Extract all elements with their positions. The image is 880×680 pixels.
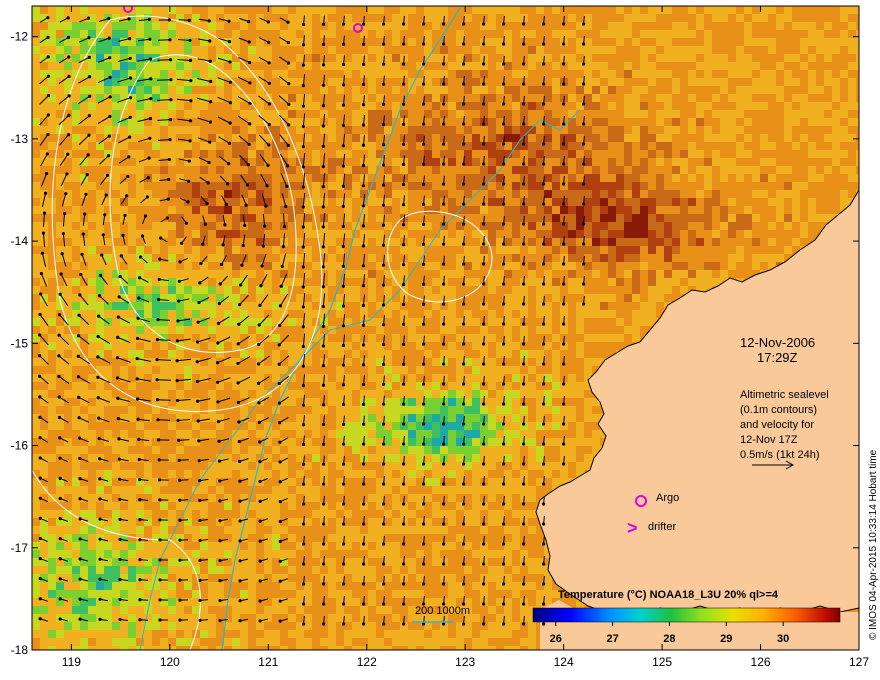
time-label: 17:29Z xyxy=(757,350,798,365)
bathy-legend-label: 200 1000m xyxy=(415,605,470,617)
legend-text-line1: Altimetric sealevel xyxy=(740,389,829,401)
x-tick-label: 123 xyxy=(455,655,475,669)
credit-text: © IMOS 04-Apr-2015 10:33:14 Hobart time xyxy=(868,449,879,640)
y-tick-label: -13 xyxy=(11,132,29,146)
colorbar xyxy=(532,607,841,623)
y-tick-label: -18 xyxy=(11,643,29,657)
x-tick-label: 121 xyxy=(258,655,278,669)
legend-text-line2: (0.1m contours) xyxy=(740,404,817,416)
y-tick-label: -14 xyxy=(11,234,29,248)
legend-text-line3: and velocity for xyxy=(740,419,814,431)
legend-text-line4: 12-Nov 17Z xyxy=(740,434,798,446)
colorbar-tick-label: 28 xyxy=(663,633,675,645)
y-tick-label: -16 xyxy=(11,439,29,453)
drifter-legend-icon: > xyxy=(627,518,638,538)
x-tick-label: 122 xyxy=(357,655,377,669)
y-tick-label: -15 xyxy=(11,336,29,350)
colorbar-tick-label: 26 xyxy=(550,633,562,645)
colorbar-title: Temperature (°C) NOAA18_L3U 20% ql>=4 xyxy=(558,589,779,601)
sst-map: 119 120 121 122 123 124 125 126 127 -12 -13 -14 -15 -… xyxy=(11,5,879,669)
x-tick-label: 120 xyxy=(160,655,180,669)
x-tick-label: 126 xyxy=(751,655,771,669)
y-tick-label: -12 xyxy=(11,30,29,44)
x-tick-label: 127 xyxy=(849,655,869,669)
argo-legend-label: Argo xyxy=(656,492,679,504)
drifter-legend-label: drifter xyxy=(648,521,676,533)
x-tick-label: 124 xyxy=(554,655,574,669)
colorbar-tick-label: 27 xyxy=(606,633,618,645)
x-tick-label: 125 xyxy=(652,655,672,669)
legend-text-line5: 0.5m/s (1kt 24h) xyxy=(740,449,819,461)
colorbar-tick-label: 30 xyxy=(777,633,789,645)
colorbar-tick-label: 29 xyxy=(720,633,732,645)
x-tick-label: 119 xyxy=(62,655,81,669)
y-tick-label: -17 xyxy=(11,541,29,555)
date-label: 12-Nov-2006 xyxy=(740,335,815,350)
